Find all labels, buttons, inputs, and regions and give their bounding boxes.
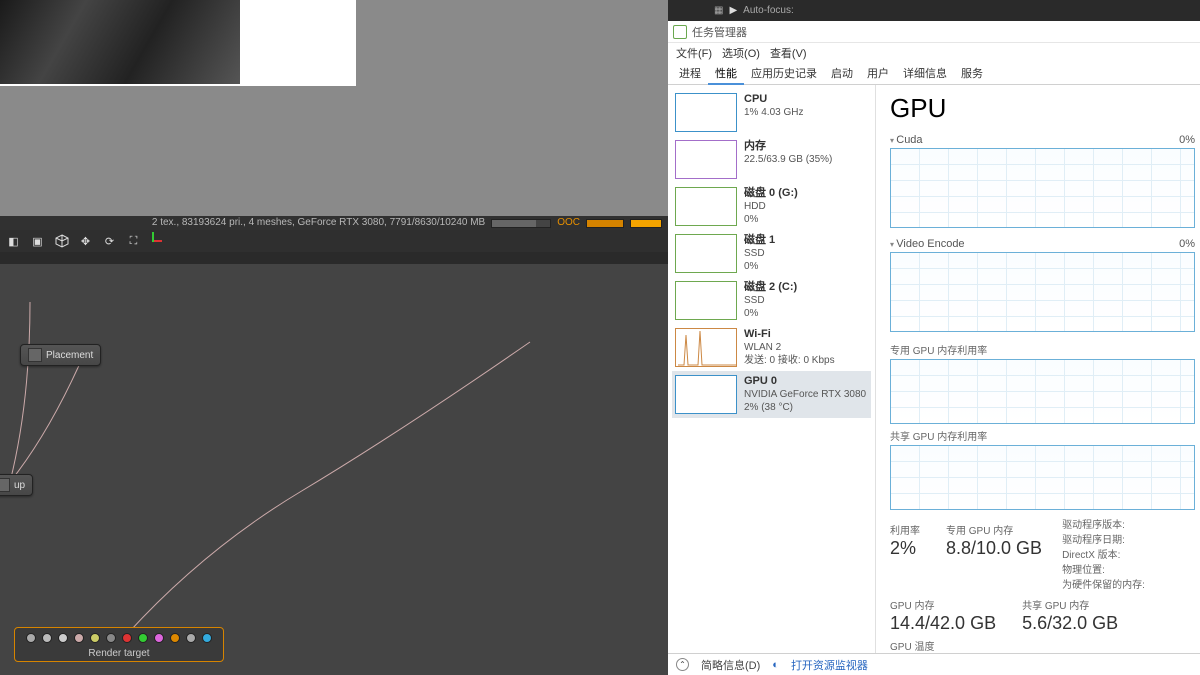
cube-icon[interactable]: [54, 234, 69, 249]
play-icon[interactable]: ▶: [729, 5, 737, 16]
render-stats: 2 tex., 83193624 pri., 4 meshes, GeForce…: [0, 216, 668, 230]
shmem-label: 共享 GPU 内存利用率: [890, 428, 1195, 443]
sidebar-item-gpu0[interactable]: GPU 0NVIDIA GeForce RTX 30802% (38 °C): [672, 371, 871, 418]
viewport-thumb: [0, 0, 356, 86]
sidebar-item-disk1[interactable]: 磁盘 1SSD0%: [672, 230, 871, 277]
gpu-meta: 驱动程序版本:驱动程序日期:DirectX 版本:物理位置:为硬件保留的内存:: [1062, 518, 1145, 593]
vram-bar: [586, 219, 624, 228]
tm-app-icon: [673, 25, 687, 39]
chart-dedmem[interactable]: [890, 359, 1195, 424]
node-render-target[interactable]: Render target: [14, 627, 224, 662]
tab-users[interactable]: 用户: [860, 63, 896, 85]
sidebar-item-cpu[interactable]: CPU1% 4.03 GHz: [672, 89, 871, 136]
node-editor[interactable]: Placement up Render target: [0, 252, 668, 675]
viewport-toolbar: ◧ ▣ ✥ ⟳ ⛶: [0, 230, 668, 252]
move-icon[interactable]: ✥: [78, 234, 93, 249]
grid-icon[interactable]: ▦: [714, 5, 723, 16]
tm-footer: ⌃ 简略信息(D) ◐ 打开资源监视器: [668, 653, 1200, 675]
node-group[interactable]: up: [0, 474, 33, 496]
tm-menubar: 文件(F) 选项(O) 查看(V): [668, 43, 1200, 63]
rotate-icon[interactable]: ⟳: [102, 234, 117, 249]
menu-view[interactable]: 查看(V): [766, 45, 811, 61]
menu-file[interactable]: 文件(F): [672, 45, 716, 61]
tm-window-title: 任务管理器: [668, 21, 1200, 43]
auto-focus-label: Auto-focus:: [743, 5, 794, 16]
tab-services[interactable]: 服务: [954, 63, 990, 85]
node-placement[interactable]: Placement: [20, 344, 101, 366]
app-topbar: ▦ ▶ Auto-focus:: [668, 0, 1200, 21]
sidebar-item-disk2[interactable]: 磁盘 2 (C:)SSD0%: [672, 277, 871, 324]
save-icon[interactable]: ▣: [30, 234, 45, 249]
sidebar-item-wifi[interactable]: Wi-FiWLAN 2发送: 0 接收: 0 Kbps: [672, 324, 871, 371]
picker-icon[interactable]: ◧: [6, 234, 21, 249]
sidebar-item-disk0[interactable]: 磁盘 0 (G:)HDD0%: [672, 183, 871, 230]
tm-tabs: 进程 性能 应用历史记录 启动 用户 详细信息 服务: [668, 63, 1200, 85]
task-manager: ▦ ▶ Auto-focus: 任务管理器 文件(F) 选项(O) 查看(V) …: [668, 0, 1200, 675]
tm-sidebar: CPU1% 4.03 GHz 内存22.5/63.9 GB (35%) 磁盘 0…: [668, 85, 876, 653]
resmon-link[interactable]: 打开资源监视器: [791, 657, 868, 673]
tab-startup[interactable]: 启动: [824, 63, 860, 85]
tab-perf[interactable]: 性能: [708, 63, 744, 85]
chart-cuda[interactable]: Cuda0%: [890, 134, 1195, 228]
tab-details[interactable]: 详细信息: [896, 63, 954, 85]
expand-icon[interactable]: ⛶: [126, 234, 141, 249]
chart-venc[interactable]: Video Encode0%: [890, 238, 1195, 332]
vram-bar-2: [630, 219, 662, 228]
dedmem-label: 专用 GPU 内存利用率: [890, 342, 1195, 357]
chart-shmem[interactable]: [890, 445, 1195, 510]
chevron-up-icon[interactable]: ⌃: [676, 658, 689, 671]
resmon-icon: ◐: [772, 659, 779, 671]
brief-link[interactable]: 简略信息(D): [701, 657, 760, 673]
render-app: 2 tex., 83193624 pri., 4 meshes, GeForce…: [0, 0, 668, 675]
tab-proc[interactable]: 进程: [672, 63, 708, 85]
axis-icon[interactable]: [150, 232, 168, 250]
tm-main: GPU Cuda0% Video Encode0% 专用 GPU 内存利用率 共…: [876, 85, 1200, 653]
menu-options[interactable]: 选项(O): [718, 45, 764, 61]
sidebar-item-mem[interactable]: 内存22.5/63.9 GB (35%): [672, 136, 871, 183]
tab-history[interactable]: 应用历史记录: [744, 63, 824, 85]
gpu-title: GPU: [890, 93, 1195, 124]
memory-bar: [491, 219, 551, 228]
